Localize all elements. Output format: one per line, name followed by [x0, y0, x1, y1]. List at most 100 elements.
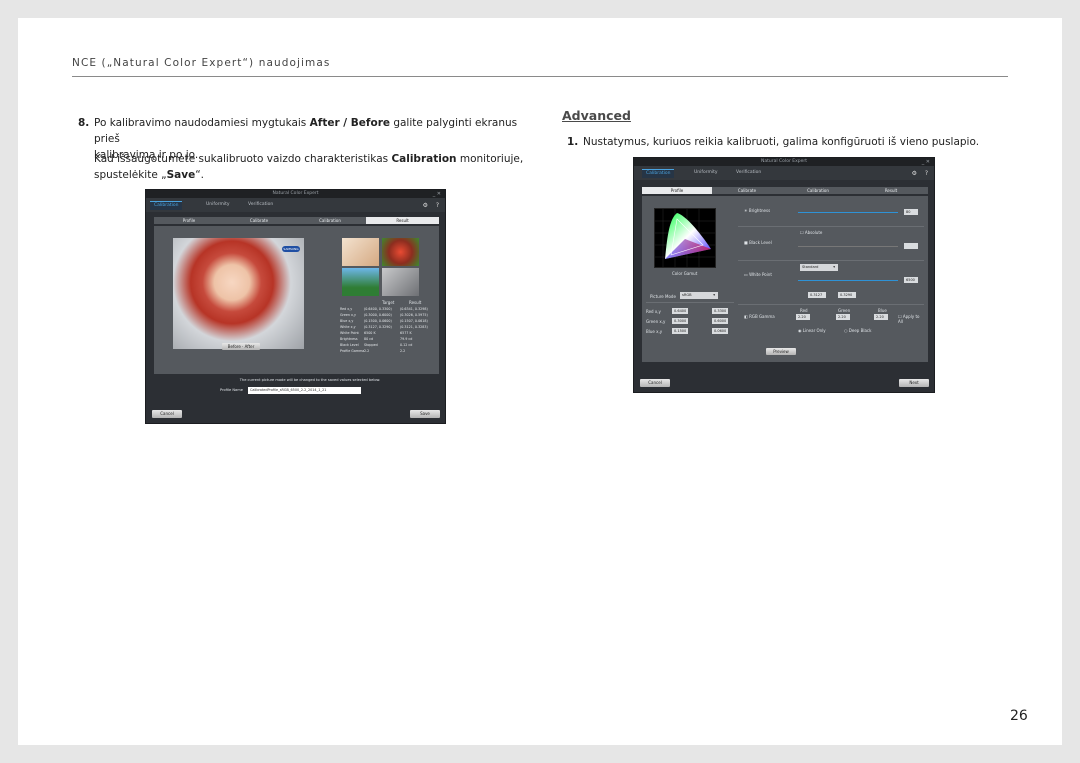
baby-photo: SAMSUNG [173, 238, 304, 349]
radio-icon: ◉ [798, 328, 802, 333]
chevron-down-icon: ▾ [833, 265, 835, 269]
profile-name-label: Profile Name [220, 388, 243, 392]
save-instruction-paragraph: Kad išsaugotumėte sukalibruoto vaizdo ch… [94, 153, 524, 181]
step-calibration: Calibration [319, 218, 341, 223]
tab-calibration[interactable]: Calibration [150, 201, 183, 210]
monitor-icon: ▭ [744, 272, 748, 277]
thumbnail-portrait [382, 268, 419, 296]
chevron-down-icon: ▾ [713, 293, 715, 297]
gamma-blue-label: Blue [878, 308, 887, 313]
window-title: Natural Color Expert [146, 190, 445, 198]
tab-verification[interactable]: Verification [732, 169, 765, 177]
tab-bar: Calibration Uniformity Verification ⚙ ? [146, 198, 445, 212]
next-button[interactable]: Next [899, 379, 929, 387]
cancel-button[interactable]: Cancel [640, 379, 670, 387]
advanced-screenshot: Natural Color Expert _ ✕ Calibration Uni… [633, 157, 935, 393]
sun-icon: ☀ [744, 208, 748, 213]
step-bar: Profile Calibrate Calibration Result [642, 187, 928, 194]
tab-calibration[interactable]: Calibration [642, 169, 675, 178]
picture-mode-label: Picture Mode [650, 294, 676, 299]
gamma-red-label: Red [800, 308, 808, 313]
gear-icon[interactable]: ⚙ [423, 202, 428, 209]
brightness-value[interactable]: 80 [904, 209, 918, 215]
gamma-blue-value[interactable]: 2.20 [874, 314, 888, 320]
tab-bar: Calibration Uniformity Verification ⚙ ? [634, 166, 934, 180]
gamma-red-value[interactable]: 2.20 [796, 314, 810, 320]
gamma-green-value[interactable]: 2.20 [836, 314, 850, 320]
gamma-green-label: Green [838, 308, 851, 313]
tab-uniformity[interactable]: Uniformity [202, 201, 234, 209]
step-bar: Profile Calibrate Calibration Result [154, 217, 439, 224]
white-point-value[interactable]: 6500 [904, 277, 918, 283]
green-x-field[interactable]: 0.3000 [672, 318, 688, 324]
linear-only-radio[interactable]: ◉ Linear Only [798, 328, 826, 333]
gear-icon[interactable]: ⚙ [912, 170, 917, 177]
apply-all-checkbox[interactable]: ☐ Apply to All [898, 314, 922, 324]
window-controls: _ ✕ [921, 159, 930, 165]
result-cell: 2.2 [400, 349, 406, 353]
black-level-slider[interactable] [798, 246, 898, 247]
step-result: Result [366, 217, 439, 224]
result-cell: Profile Gamma [340, 349, 364, 353]
save-note: The current picture mode will be changed… [239, 378, 381, 382]
blue-x-field[interactable]: 0.1500 [672, 328, 688, 334]
step-result: Result [884, 188, 898, 193]
result-col-target: Target [382, 300, 395, 305]
samsung-logo: SAMSUNG [282, 246, 300, 252]
color-gamut-diagram [654, 208, 716, 268]
divider [738, 304, 924, 305]
color-gamut-label: Color Gamut [672, 271, 698, 276]
page-number: 26 [1010, 708, 1028, 724]
window-title: Natural Color Expert [634, 158, 934, 166]
green-y-field[interactable]: 0.6000 [712, 318, 728, 324]
step-calibrate: Calibrate [249, 218, 269, 223]
divider [738, 226, 924, 227]
gamma-label: ◧ RGB Gamma [744, 314, 775, 319]
blue-xy-label: Blue x,y [646, 329, 663, 334]
step-calibration: Calibration [807, 188, 829, 193]
profile-name-input[interactable]: CalibratedProfile_sRGB_6500_2.2_2014_1_2… [248, 387, 361, 394]
section-heading-advanced: Advanced [562, 108, 631, 123]
blue-y-field[interactable]: 0.0600 [712, 328, 728, 334]
window-controls: _ ✕ [432, 191, 441, 197]
divider [646, 302, 734, 303]
advanced-panel: Color Gamut Picture Mode sRGB ▾ Red x,y 0… [642, 196, 928, 362]
brightness-slider[interactable] [798, 212, 898, 213]
thumbnail-tree [342, 268, 379, 296]
tab-uniformity[interactable]: Uniformity [690, 169, 722, 177]
step-1-number: 1. [567, 136, 579, 148]
settings-area: ☀ Brightness 80 ■ Black Level ☐ Absolute… [738, 200, 924, 348]
black-level-value[interactable] [904, 243, 918, 249]
white-point-slider[interactable] [798, 280, 898, 281]
white-point-mode-select[interactable]: Standard ▾ [800, 264, 838, 271]
white-x-field[interactable]: 0.3127 [808, 292, 826, 298]
tab-verification[interactable]: Verification [244, 201, 277, 209]
result-cell: 2.2 [364, 349, 370, 353]
before-after-toggle[interactable]: Before · After [222, 343, 260, 350]
gamma-icon: ◧ [744, 314, 748, 319]
step-profile: Profile [182, 218, 196, 223]
thumbnail-baby [342, 238, 379, 266]
preview-button[interactable]: Preview [766, 348, 796, 355]
help-icon[interactable]: ? [925, 170, 928, 177]
deep-black-radio[interactable]: ○ Deep Black [844, 328, 871, 333]
cancel-button[interactable]: Cancel [152, 410, 182, 418]
absolute-checkbox[interactable]: ☐ Absolute [800, 230, 822, 235]
white-point-label: ▭ White Point [744, 272, 772, 277]
black-level-label: ■ Black Level [744, 240, 772, 245]
red-y-field[interactable]: 0.3300 [712, 308, 728, 314]
result-col-result: Result [409, 300, 422, 305]
step-profile: Profile [642, 187, 712, 194]
red-x-field[interactable]: 0.6400 [672, 308, 688, 314]
result-screenshot: Natural Color Expert _ ✕ Calibration Uni… [145, 189, 446, 424]
brightness-label: ☀ Brightness [744, 208, 771, 213]
divider [738, 260, 924, 261]
advanced-paragraph: Nustatymus, kuriuos reikia kalibruoti, g… [583, 136, 980, 148]
step-calibrate: Calibrate [737, 188, 757, 193]
header-divider [72, 76, 1008, 77]
help-icon[interactable]: ? [436, 202, 439, 209]
picture-mode-select[interactable]: sRGB ▾ [680, 292, 718, 299]
radio-icon: ○ [844, 328, 848, 333]
save-button[interactable]: Save [410, 410, 440, 418]
white-y-field[interactable]: 0.3290 [838, 292, 856, 298]
